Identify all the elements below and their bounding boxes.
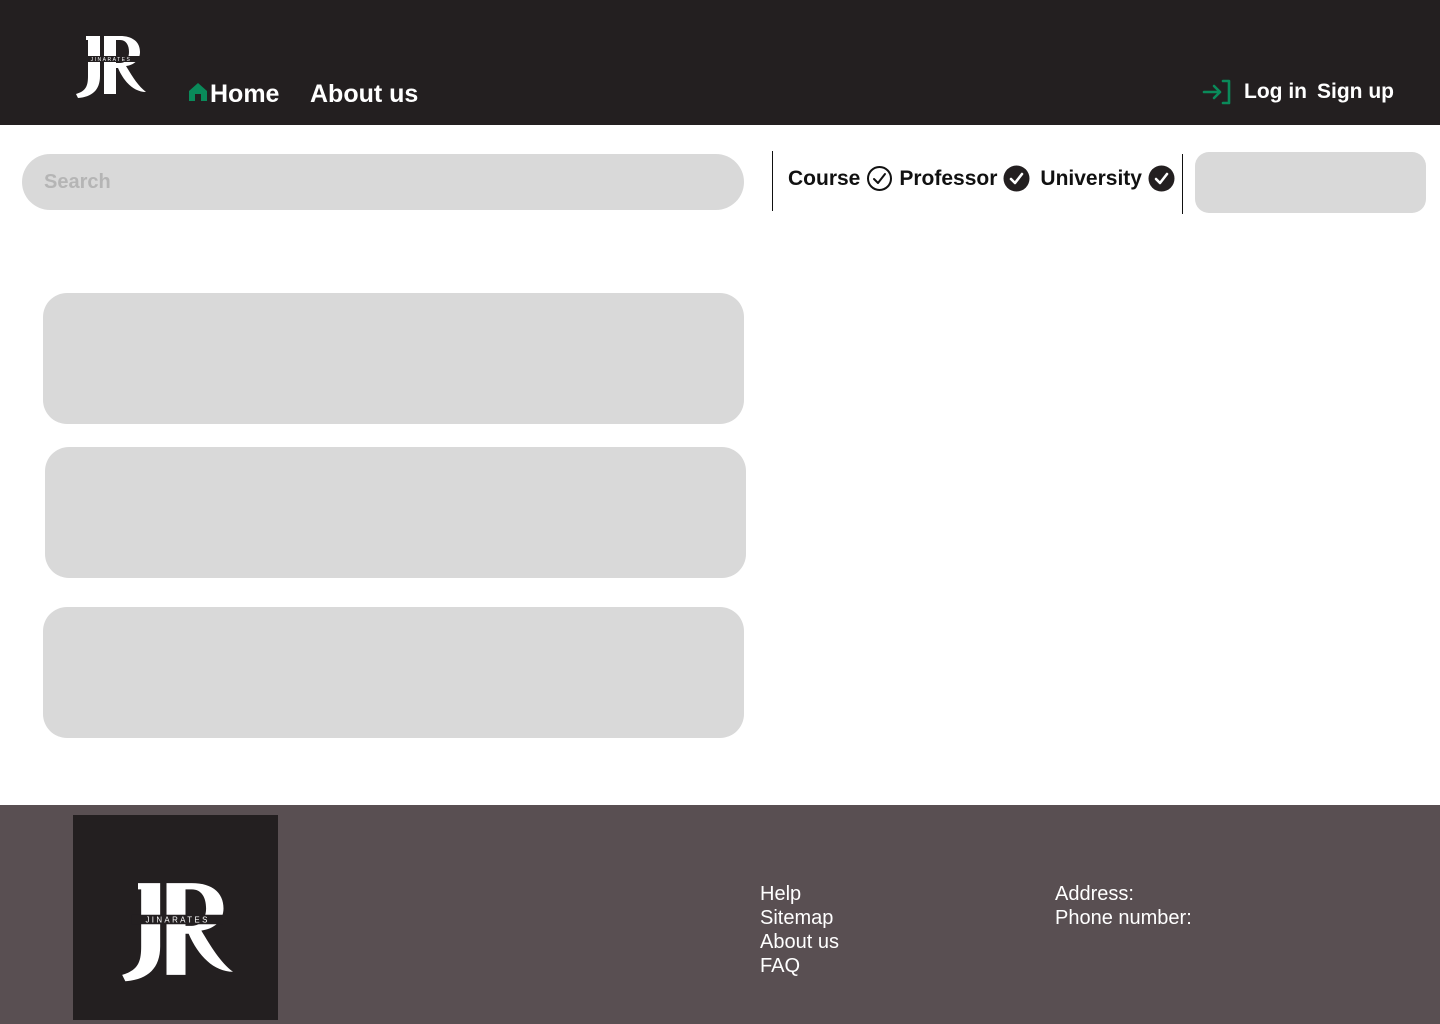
nav-home-label: Home — [210, 80, 280, 108]
filter-professor[interactable]: Professor — [899, 165, 1030, 192]
footer-logo: JINARATES — [73, 815, 278, 1020]
footer-link-faq[interactable]: FAQ — [760, 954, 839, 978]
filter-professor-label: Professor — [899, 166, 998, 190]
check-circle-filled-icon[interactable] — [1003, 165, 1030, 192]
check-circle-filled-icon[interactable] — [1148, 165, 1175, 192]
top-navbar: JINARATES Home About us Log in Sign up — [0, 0, 1440, 125]
result-card[interactable] — [45, 447, 746, 578]
svg-text:JINARATES: JINARATES — [145, 916, 209, 925]
brand-logo[interactable]: JINARATES — [74, 30, 146, 100]
signup-link[interactable]: Sign up — [1317, 80, 1394, 104]
result-card[interactable] — [43, 607, 744, 738]
footer-contact: Address: Phone number: — [1055, 882, 1192, 930]
search-bar — [22, 154, 744, 355]
filter-course-label: Course — [788, 166, 861, 190]
phone-label: Phone number: — [1055, 907, 1192, 929]
footer-link-sitemap[interactable]: Sitemap — [760, 906, 839, 930]
check-circle-outline-icon[interactable] — [866, 165, 893, 192]
address-label: Address: — [1055, 883, 1134, 905]
footer-link-about[interactable]: About us — [760, 930, 839, 954]
auth-links: Log in Sign up — [1202, 78, 1394, 106]
search-filters: Course Professor University — [788, 165, 1175, 192]
nav-about-link[interactable]: About us — [310, 80, 418, 109]
filter-university-label: University — [1040, 166, 1142, 190]
login-icon[interactable] — [1202, 78, 1232, 106]
footer: JINARATES Help Sitemap About us FAQ Addr… — [0, 805, 1440, 1024]
svg-text:JINARATES: JINARATES — [91, 57, 132, 63]
filter-course[interactable]: Course — [788, 165, 893, 192]
footer-links: Help Sitemap About us FAQ — [760, 882, 839, 978]
login-link[interactable]: Log in — [1244, 80, 1307, 104]
search-input[interactable] — [44, 154, 684, 210]
footer-link-help[interactable]: Help — [760, 882, 839, 906]
nav-home-link[interactable]: Home — [188, 80, 279, 109]
side-placeholder-box[interactable] — [1195, 152, 1426, 213]
filter-divider-right — [1182, 154, 1183, 214]
filter-divider-left — [772, 151, 773, 211]
jr-logo-icon: JINARATES — [122, 883, 233, 982]
jr-logo-icon: JINARATES — [76, 36, 146, 98]
filter-university[interactable]: University — [1040, 165, 1175, 192]
home-icon — [189, 82, 207, 101]
result-card[interactable] — [43, 293, 744, 424]
